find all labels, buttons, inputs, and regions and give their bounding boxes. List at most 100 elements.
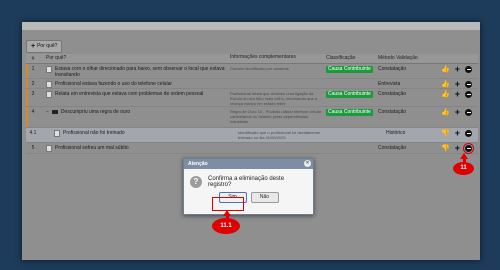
row-why: Estava com o olhar direcionado para baix… — [40, 64, 228, 80]
row-why-text: Profissional sofreu um mal súbito — [55, 145, 129, 151]
header-info: Informações complementares — [230, 54, 296, 60]
row-why-text: Profissional estava fazendo o uso do tel… — [55, 81, 173, 87]
row-class — [324, 79, 376, 83]
remove-icon[interactable] — [465, 81, 472, 88]
row-num: 2 — [31, 81, 35, 87]
collapse-icon[interactable]: − — [46, 109, 49, 115]
row-why-text: Relata em entrevista que estava com prob… — [55, 91, 204, 97]
dialog-body: ? Confirma a eliminação deste registro? — [184, 169, 313, 192]
row-class: Causa Contribuinte — [324, 107, 376, 118]
table-row: 3 Relata em entrevista que estava com pr… — [26, 89, 478, 107]
row-num: 5 — [31, 145, 35, 151]
thumbs-up-icon[interactable]: 👍 — [441, 66, 450, 73]
document-icon — [46, 81, 52, 88]
row-why: Profissional sofreu um mal súbito — [40, 143, 228, 154]
row-why: Relata em entrevista que estava com prob… — [40, 89, 228, 100]
why-table: # Por quê? Informações complementares Cl… — [26, 54, 478, 154]
table-row: 2 Profissional estava fazendo o uso do t… — [26, 79, 478, 89]
row-info: Identificado que o profissional foi devi… — [238, 130, 321, 140]
classification-badge: Causa Contribuinte — [326, 109, 373, 116]
table-row: 4 − Descumpriu uma regra de ouro Regra d… — [26, 107, 478, 128]
document-icon — [46, 145, 52, 152]
table-row: 1 Estava com o olhar direcionado para ba… — [26, 64, 478, 79]
step-11-1-callout: 11.1 — [212, 218, 240, 234]
remove-icon-target[interactable] — [463, 143, 474, 154]
row-why: Profissional não foi treinado — [40, 128, 236, 139]
table-header: # Por quê? Informações complementares Cl… — [26, 54, 478, 64]
thumbs-down-icon[interactable]: 👎 — [441, 145, 450, 152]
row-actions: 👍 + — [428, 107, 478, 118]
dialog-title: Atenção — [188, 161, 208, 167]
remove-icon[interactable] — [465, 130, 472, 137]
row-num: 4.1 — [29, 130, 37, 136]
row-method: Constatação — [378, 109, 407, 115]
row-info — [228, 79, 324, 83]
row-info: Profissional relata que recebeu uma liga… — [230, 91, 318, 106]
row-info: Cenário identificado por câmeras — [230, 66, 289, 71]
plus-icon: + — [31, 43, 36, 50]
question-icon: ? — [190, 176, 202, 188]
add-sub-why-icon[interactable]: + — [455, 144, 460, 153]
row-actions: 👎 + — [428, 143, 478, 154]
document-icon — [54, 130, 60, 137]
dialog-message: Confirma a eliminação deste registro? — [208, 176, 285, 188]
remove-icon[interactable] — [465, 109, 472, 116]
header-method: Método Validação — [378, 54, 418, 61]
add-why-button[interactable]: + Por quê? — [26, 40, 63, 53]
dialog-buttons: Sim Não — [184, 192, 313, 203]
row-accent — [26, 79, 28, 88]
add-sub-why-icon[interactable]: + — [455, 80, 460, 89]
row-info — [228, 143, 324, 147]
thumbs-down-icon[interactable]: 👎 — [441, 130, 450, 137]
row-why-text: Profissional não foi treinado — [63, 130, 125, 136]
main-content: + Por quê? # Por quê? Informações comple… — [22, 30, 480, 260]
row-class: Causa Contribuinte — [324, 64, 376, 75]
row-accent — [26, 107, 28, 127]
dialog-titlebar: Atenção ✕ — [184, 159, 313, 169]
table-row: 5 Profissional sofreu um mal súbito Cons… — [26, 143, 478, 154]
folder-icon — [51, 110, 58, 114]
row-actions: 👎 + — [436, 128, 478, 139]
row-num: 1 — [31, 66, 35, 72]
app-window: + Por quê? # Por quê? Informações comple… — [22, 22, 480, 260]
row-actions: 👍 + — [428, 64, 478, 75]
row-class: Causa Contribuinte — [324, 89, 376, 100]
add-sub-why-icon[interactable]: + — [455, 65, 460, 74]
row-method: Constatação — [378, 145, 407, 151]
confirm-dialog: Atenção ✕ ? Confirma a eliminação deste … — [183, 158, 314, 215]
row-class — [324, 143, 376, 147]
remove-icon[interactable] — [465, 91, 472, 98]
row-num: 3 — [31, 91, 35, 97]
row-class — [332, 128, 384, 132]
header-class: Classificação — [326, 54, 356, 61]
row-method: Entrevista — [378, 81, 401, 87]
row-why-text: Estava com o olhar direcionado para baix… — [55, 66, 225, 78]
highlight-ring — [212, 197, 244, 211]
row-why: − Descumpriu uma regra de ouro — [40, 107, 228, 117]
header-why: Por quê? — [46, 54, 67, 61]
row-method: Constatação — [378, 91, 407, 97]
top-bar — [22, 22, 480, 30]
add-sub-why-icon[interactable]: + — [455, 90, 460, 99]
row-method: Constatação — [378, 66, 407, 72]
remove-icon[interactable] — [465, 66, 472, 73]
close-icon[interactable]: ✕ — [304, 160, 311, 167]
thumbs-up-icon[interactable]: 👍 — [441, 91, 450, 98]
row-accent — [26, 89, 28, 106]
row-actions: 👍 + — [428, 89, 478, 100]
thumbs-up-icon[interactable]: 👍 — [441, 109, 450, 116]
header-num: # — [31, 55, 35, 62]
document-icon — [46, 66, 52, 73]
add-sub-why-icon[interactable]: + — [455, 129, 460, 138]
row-method: Histórico — [386, 130, 406, 136]
row-why-text: Descumpriu uma regra de ouro — [60, 109, 131, 115]
table-row: 4.1 Profissional não foi treinado Identi… — [26, 128, 478, 143]
add-sub-why-icon[interactable]: + — [455, 108, 460, 117]
classification-badge: Causa Contribuinte — [326, 66, 373, 73]
no-button[interactable]: Não — [250, 192, 279, 203]
thumbs-up-icon[interactable]: 👍 — [441, 81, 450, 88]
document-icon — [46, 91, 52, 98]
step-11-callout: 11 — [453, 162, 474, 175]
row-num: 4 — [31, 109, 35, 115]
add-why-label: Por quê? — [37, 43, 58, 49]
